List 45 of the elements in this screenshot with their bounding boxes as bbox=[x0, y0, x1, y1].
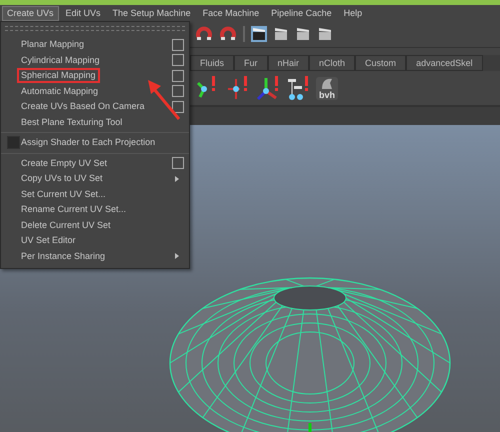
menu-item[interactable]: Cylindrical Mapping bbox=[17, 52, 104, 68]
menu-item[interactable]: UV Set Editor bbox=[17, 233, 80, 248]
clapperboard-icon[interactable] bbox=[317, 26, 333, 42]
shelf-tab[interactable]: advancedSkel bbox=[406, 55, 483, 71]
option-box[interactable] bbox=[172, 100, 184, 113]
menu-item[interactable]: Copy UVs to UV Set bbox=[17, 171, 107, 186]
axis-icon[interactable] bbox=[256, 75, 280, 101]
clapperboard-icon[interactable] bbox=[251, 26, 267, 42]
shelf-tab[interactable]: Fur bbox=[234, 55, 268, 71]
menu-bar-item[interactable]: Face Machine bbox=[198, 6, 264, 20]
menu-bar-item[interactable]: Edit UVs bbox=[60, 6, 106, 20]
option-box[interactable] bbox=[172, 85, 184, 98]
magnet-icon[interactable] bbox=[195, 26, 213, 42]
menu-item[interactable]: Create UVs Based On Camera bbox=[17, 99, 149, 114]
shelf-tab[interactable]: Fluids bbox=[190, 55, 234, 71]
checkbox[interactable] bbox=[7, 136, 20, 150]
hierarchy-icon[interactable] bbox=[286, 75, 310, 101]
menu-item[interactable]: Delete Current UV Set bbox=[17, 218, 115, 233]
option-box[interactable] bbox=[172, 38, 184, 51]
option-box[interactable] bbox=[172, 54, 184, 66]
magnet-icon[interactable] bbox=[219, 26, 237, 42]
shelf-tab[interactable]: nCloth bbox=[309, 55, 356, 71]
shelf-tab[interactable]: nHair bbox=[268, 55, 310, 71]
menu-item[interactable]: Best Plane Texturing Tool bbox=[17, 114, 126, 130]
shelf-button-label: bvh bbox=[319, 90, 336, 100]
menu-item[interactable]: Planar Mapping bbox=[17, 37, 88, 52]
menu-bar-item[interactable]: The Setup Machine bbox=[108, 6, 196, 20]
option-box[interactable] bbox=[172, 157, 184, 170]
annotation-arrow bbox=[148, 80, 180, 120]
menu-bar-item[interactable]: Create UVs bbox=[2, 6, 59, 20]
shelf-button[interactable]: bvh bbox=[316, 76, 338, 100]
joint-icon[interactable] bbox=[226, 75, 250, 101]
clapperboard-icon[interactable] bbox=[295, 26, 311, 42]
clapperboard-icon[interactable] bbox=[273, 26, 289, 42]
menu-item[interactable]: Automatic Mapping bbox=[17, 84, 102, 99]
menu-item[interactable]: Create Empty UV Set bbox=[17, 156, 112, 171]
menu-bar-item[interactable]: Help bbox=[338, 6, 368, 20]
menu-item[interactable]: Rename Current UV Set... bbox=[17, 202, 130, 218]
menu-item[interactable]: Per Instance Sharing bbox=[17, 248, 110, 264]
menu-item[interactable]: Spherical Mapping bbox=[17, 68, 100, 84]
option-box[interactable] bbox=[172, 70, 184, 82]
menu-bar-item[interactable]: Pipeline Cache bbox=[266, 6, 337, 20]
shelf-tab[interactable]: Custom bbox=[355, 55, 406, 71]
menu-item[interactable]: Set Current UV Set... bbox=[17, 186, 110, 202]
menu-item[interactable]: Assign Shader to Each Projection bbox=[17, 135, 160, 150]
